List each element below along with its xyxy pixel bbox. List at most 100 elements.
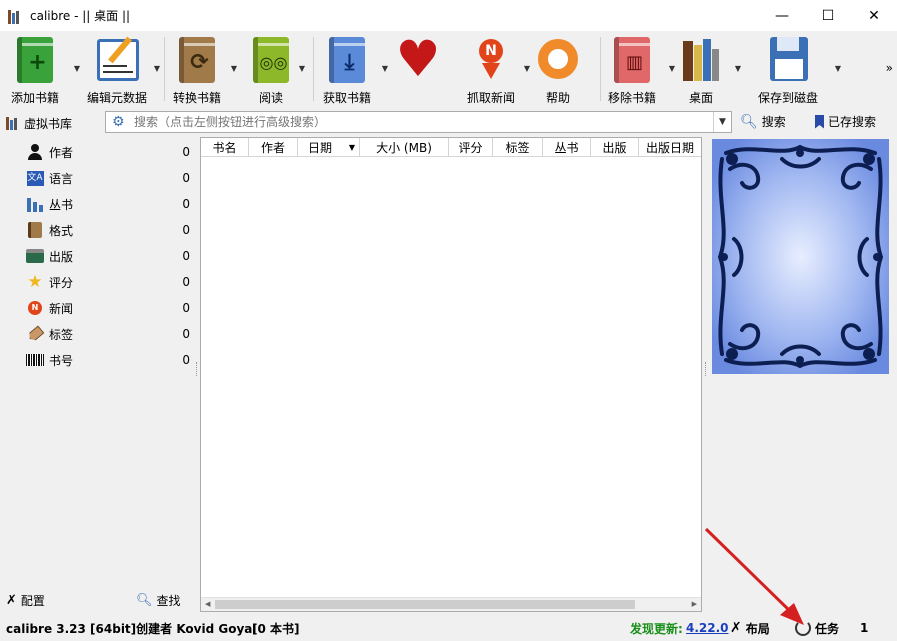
book-list-table[interactable]: 书名 作者 日期 ▼ 大小 (MB) 评分 标签 丛书 出版 出版日期 ◀ ▶ <box>200 137 702 612</box>
help-label: 帮助 <box>545 91 570 105</box>
chevron-down-icon[interactable]: ▼ <box>74 64 80 73</box>
chevron-down-icon[interactable]: ▼ <box>835 64 841 73</box>
column-header-size[interactable]: 大小 (MB) <box>360 138 449 157</box>
find-button[interactable]: 🔍︎ 查找 <box>136 592 181 609</box>
chevron-down-icon[interactable]: ▼ <box>713 112 731 132</box>
convert-books-label: 转换书籍 <box>172 91 221 105</box>
column-header-date[interactable]: 日期 ▼ <box>298 138 360 157</box>
search-icon: 🔍︎ <box>740 113 758 130</box>
column-header-author[interactable]: 作者 <box>249 138 298 157</box>
layout-button[interactable]: ✗ 布局 <box>730 620 770 637</box>
configure-button[interactable]: ✗ 配置 <box>6 592 45 609</box>
rating-icon: ★ <box>27 272 43 292</box>
column-header-rating[interactable]: 评分 <box>449 138 493 157</box>
maximize-button[interactable]: ☐ <box>805 0 851 31</box>
search-button[interactable]: 🔍︎ 搜索 <box>740 113 786 130</box>
minimize-button[interactable]: — <box>759 0 805 31</box>
tag-item-rating[interactable]: ★ 评分 0 <box>0 269 196 295</box>
book-cover-image <box>712 139 889 374</box>
title-bar: calibre - || 桌面 || — ☐ ✕ <box>0 0 897 31</box>
chevron-down-icon[interactable]: ▼ <box>382 64 388 73</box>
edit-metadata-icon <box>91 35 143 85</box>
search-input[interactable] <box>134 115 713 129</box>
convert-books-button[interactable]: ⟳ 转换书籍 ▼ <box>165 31 237 107</box>
scroll-right-icon[interactable]: ▶ <box>692 600 697 608</box>
tag-item-count: 0 <box>182 145 190 159</box>
close-button[interactable]: ✕ <box>851 0 897 31</box>
help-button[interactable]: 帮助 <box>532 31 584 107</box>
fetch-news-icon: N <box>465 35 517 85</box>
identifier-icon <box>25 351 45 369</box>
tag-item-label: 语言 <box>49 171 74 186</box>
tag-item-formats[interactable]: 格式 0 <box>0 217 196 243</box>
chevron-down-icon[interactable]: ▼ <box>299 64 305 73</box>
heart-icon: ♥ <box>395 30 441 88</box>
read-button[interactable]: ◎◎ 阅读 ▼ <box>243 31 305 107</box>
chevron-down-icon[interactable]: ▼ <box>524 64 530 73</box>
scroll-left-icon[interactable]: ◀ <box>205 600 210 608</box>
tag-item-label: 作者 <box>49 145 74 160</box>
donate-button[interactable]: ♥ <box>390 31 446 107</box>
scrollbar-thumb[interactable] <box>215 600 635 609</box>
chevron-down-icon[interactable]: ▼ <box>231 64 237 73</box>
chevron-down-icon[interactable]: ▼ <box>735 64 741 73</box>
gear-icon[interactable]: ⚙ <box>112 114 128 130</box>
saved-search-button[interactable]: 已存搜索 <box>815 113 876 130</box>
version-info: calibre 3.23 [64bit]创建者 Kovid Goyal <box>6 621 257 636</box>
bookmark-icon <box>815 114 824 129</box>
column-header-tags[interactable]: 标签 <box>493 138 543 157</box>
tag-item-series[interactable]: 丛书 0 <box>0 191 196 217</box>
add-book-icon: + <box>9 35 61 85</box>
jobs-count: 1 <box>860 621 869 635</box>
tag-item-identifiers[interactable]: 书号 0 <box>0 347 196 373</box>
update-available-label: 发现更新: <box>630 621 683 636</box>
tag-item-languages[interactable]: 文A 语言 0 <box>0 165 196 191</box>
edit-metadata-button[interactable]: 编辑元数据 ▼ <box>84 31 160 107</box>
save-to-disk-button[interactable]: 保存到磁盘 ▼ <box>753 31 841 107</box>
chevron-down-icon[interactable]: ▼ <box>154 64 160 73</box>
search-icon: 🔍︎ <box>136 592 153 608</box>
spinner-icon <box>795 620 811 636</box>
column-header-title[interactable]: 书名 <box>201 138 249 157</box>
tag-item-label: 新闻 <box>49 301 74 316</box>
tag-item-label: 出版 <box>49 249 74 264</box>
add-books-button[interactable]: + 添加书籍 ▼ <box>0 31 80 107</box>
tag-item-news[interactable]: N 新闻 0 <box>0 295 196 321</box>
tag-item-label: 丛书 <box>49 197 74 212</box>
tag-item-publishers[interactable]: 出版 0 <box>0 243 196 269</box>
virtual-library-label: 虚拟书库 <box>24 116 73 131</box>
edit-metadata-label: 编辑元数据 <box>86 91 147 105</box>
tag-item-count: 0 <box>182 171 190 185</box>
fetch-news-button[interactable]: N 抓取新闻 ▼ <box>456 31 530 107</box>
horizontal-scrollbar[interactable]: ◀ ▶ <box>201 597 701 611</box>
jobs-button[interactable]: 任务 <box>795 620 839 637</box>
splitter-handle-left[interactable] <box>196 362 199 376</box>
language-icon: 文A <box>25 169 45 187</box>
calibre-app-icon <box>8 8 24 24</box>
toolbar-overflow-button[interactable]: » <box>886 61 893 75</box>
column-header-pubdate[interactable]: 出版日期 <box>639 138 701 157</box>
window-title: calibre - || 桌面 || <box>30 9 131 23</box>
read-label: 阅读 <box>258 91 283 105</box>
tag-item-authors[interactable]: 作者 0 <box>0 139 196 165</box>
book-list-header: 书名 作者 日期 ▼ 大小 (MB) 评分 标签 丛书 出版 出版日期 <box>201 138 701 157</box>
column-header-publisher[interactable]: 出版 <box>591 138 639 157</box>
main-toolbar: + 添加书籍 ▼ 编辑元数据 ▼ ⟳ 转换书籍 ▼ ◎◎ 阅读 ▼ ⤓ 获取书籍… <box>0 31 897 107</box>
library-icon <box>6 116 20 130</box>
update-version-link[interactable]: 4.22.0 <box>686 621 729 635</box>
tag-item-count: 0 <box>182 327 190 341</box>
tag-item-label: 评分 <box>49 275 74 290</box>
tag-item-count: 0 <box>182 275 190 289</box>
library-icon <box>675 35 727 85</box>
search-row: 虚拟书库 ⚙ ▼ 🔍︎ 搜索 已存搜索 <box>0 109 897 137</box>
virtual-library-button[interactable]: 虚拟书库 <box>6 115 92 132</box>
status-bar: calibre 3.23 [64bit]创建者 Kovid Goyal [0 本… <box>0 615 897 641</box>
get-books-button[interactable]: ⤓ 获取书籍 ▼ <box>314 31 388 107</box>
column-header-series[interactable]: 丛书 <box>543 138 591 157</box>
remove-books-button[interactable]: ▥ 移除书籍 ▼ <box>601 31 675 107</box>
library-button[interactable]: 桌面 ▼ <box>673 31 741 107</box>
book-count: [0 本书] <box>252 621 300 636</box>
splitter-handle-right[interactable] <box>705 362 708 376</box>
remove-books-label: 移除书籍 <box>607 91 656 105</box>
tag-item-tags[interactable]: 标签 0 <box>0 321 196 347</box>
